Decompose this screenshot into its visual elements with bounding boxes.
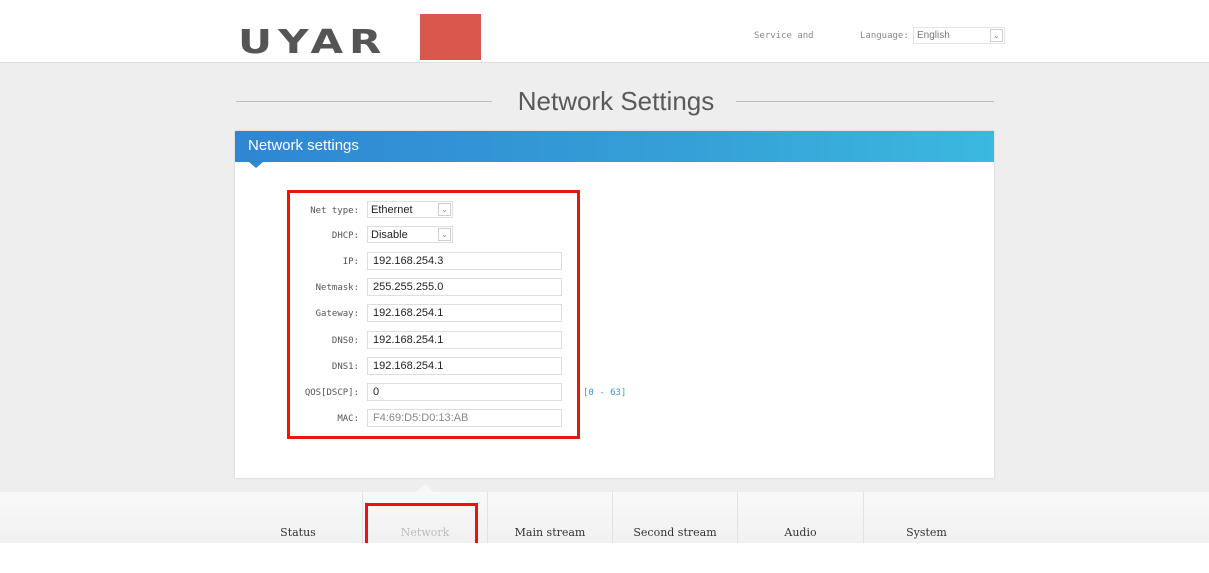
nav-highlight-box bbox=[365, 503, 478, 543]
page-title: Network Settings bbox=[517, 86, 715, 116]
page-title-row: Network Settings bbox=[236, 84, 994, 118]
uyar-logo[interactable]: UYAR bbox=[238, 14, 488, 62]
bottom-nav: Status Network Main stream Second stream… bbox=[0, 492, 1209, 543]
nav-item-main-stream[interactable]: Main stream bbox=[487, 492, 612, 543]
nav-item-audio[interactable]: Audio bbox=[737, 492, 863, 543]
nav-pointer bbox=[416, 484, 434, 492]
language-select[interactable]: English ⌄ bbox=[913, 27, 1005, 44]
title-divider-left bbox=[236, 101, 492, 102]
logo-red-block bbox=[420, 14, 481, 60]
language-value: English bbox=[917, 30, 950, 41]
nav-item-status[interactable]: Status bbox=[238, 492, 358, 543]
nav-item-system[interactable]: System bbox=[863, 492, 989, 543]
logo-text: UYAR bbox=[238, 22, 388, 61]
header: UYAR Service and Language: English ⌄ bbox=[0, 0, 1209, 62]
chevron-down-icon: ⌄ bbox=[990, 29, 1003, 42]
nav-item-second-stream[interactable]: Second stream bbox=[612, 492, 737, 543]
form-highlight-box bbox=[287, 190, 580, 439]
service-link[interactable]: Service and bbox=[754, 31, 814, 41]
language-label: Language: bbox=[860, 31, 909, 41]
panel-header: Network settings bbox=[235, 131, 994, 162]
qos-range-hint: [0 - 63] bbox=[583, 388, 627, 398]
panel-title: Network settings bbox=[248, 137, 359, 154]
title-divider-right bbox=[736, 101, 994, 102]
panel-header-notch bbox=[249, 162, 263, 168]
